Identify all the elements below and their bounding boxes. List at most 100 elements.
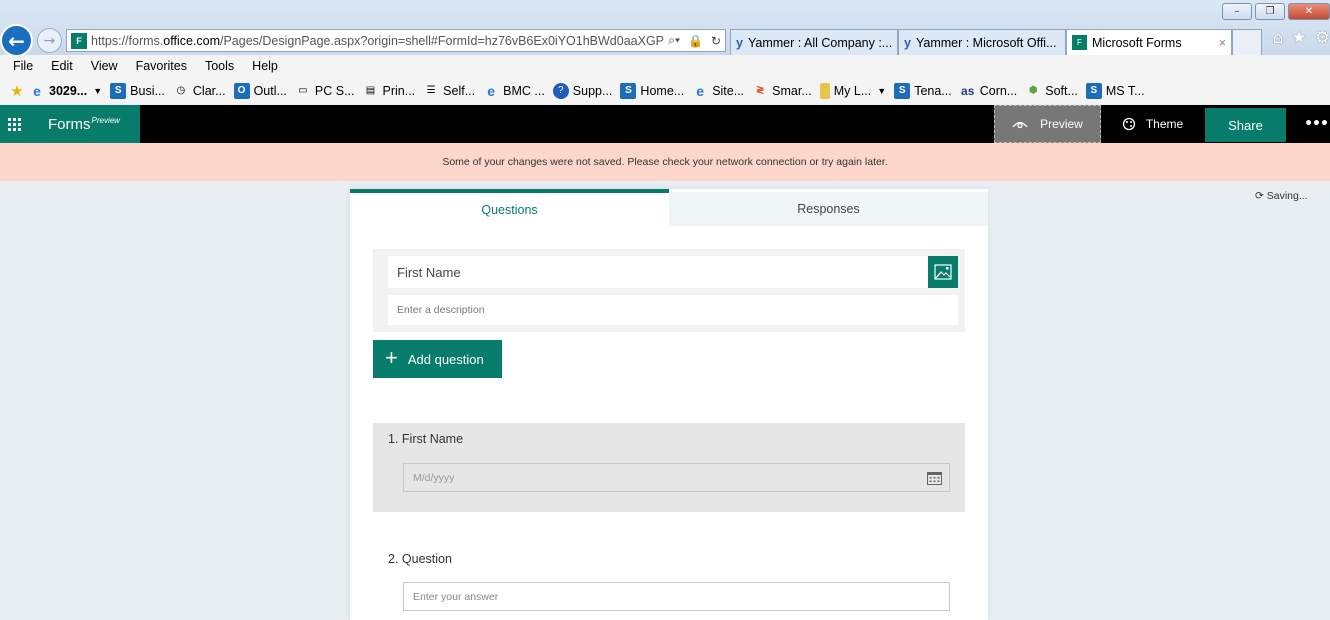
ie-icon: e: [696, 82, 705, 99]
favorite-label: Outl...: [253, 83, 287, 98]
address-url[interactable]: https://forms.office.com/Pages/DesignPag…: [91, 34, 664, 48]
back-button[interactable]: ←: [0, 24, 33, 57]
favorite-label: Supp...: [572, 83, 613, 98]
favorite-item[interactable]: ? Supp...: [552, 82, 613, 99]
answer-input[interactable]: Enter your answer: [403, 582, 950, 611]
preview-button[interactable]: Preview: [994, 105, 1101, 143]
favorite-item[interactable]: S Tena...: [894, 82, 952, 99]
favorite-label: 3029...: [49, 83, 88, 98]
preview-label: Preview: [1040, 117, 1083, 131]
search-icon[interactable]: ⌕▾: [664, 33, 684, 48]
tab-label: Microsoft Forms: [1092, 35, 1182, 50]
date-input[interactable]: M/d/yyyy: [403, 463, 950, 492]
favorite-item[interactable]: ⬢ Soft...: [1025, 83, 1078, 99]
favorite-item[interactable]: S Busi...: [110, 82, 165, 99]
favorite-label: Busi...: [130, 83, 165, 98]
menu-bar: File Edit View Favorites Tools Help: [0, 55, 1330, 77]
browser-tab-active[interactable]: F Microsoft Forms ×: [1066, 29, 1232, 55]
favorite-label: Site...: [712, 83, 745, 98]
app-title[interactable]: FormsPreview: [48, 116, 120, 133]
address-bar[interactable]: F https://forms.office.com/Pages/DesignP…: [66, 29, 726, 52]
printer-icon: ▤: [365, 85, 376, 96]
ie-icon: e: [33, 82, 41, 99]
url-path: /Pages/DesignPage.aspx?origin=shell#Form…: [220, 33, 665, 48]
theme-button[interactable]: Theme: [1110, 105, 1195, 143]
menu-file[interactable]: File: [13, 59, 33, 73]
favorite-label: Home...: [640, 83, 685, 98]
lock-icon[interactable]: 🔒: [684, 34, 707, 48]
tab-responses[interactable]: Responses: [669, 192, 988, 226]
menu-tools[interactable]: Tools: [205, 59, 234, 73]
image-icon: [934, 264, 952, 280]
calendar-icon[interactable]: [927, 471, 942, 485]
folder-icon: [819, 82, 830, 99]
clock-icon: ◷: [176, 85, 186, 96]
arrow-right-icon: →: [43, 32, 56, 49]
document-icon: ☰: [426, 85, 436, 96]
tab-label: Yammer : Microsoft Offi...: [915, 35, 1057, 50]
question-card[interactable]: 1. First Name M/d/yyyy: [373, 423, 965, 512]
favorite-item[interactable]: My L... ▼: [819, 82, 886, 99]
forms-icon: F: [71, 32, 87, 49]
chevron-down-icon[interactable]: ▼: [877, 86, 886, 96]
add-question-button[interactable]: + Add question: [373, 340, 502, 378]
form-title-input[interactable]: First Name: [388, 256, 928, 288]
url-domain: office.com: [163, 33, 220, 48]
insert-image-button[interactable]: [928, 256, 958, 288]
add-question-label: Add question: [407, 351, 484, 367]
close-tab-icon[interactable]: ×: [1219, 36, 1226, 50]
favorite-item[interactable]: S MS T...: [1085, 82, 1145, 99]
favorite-item[interactable]: ◷ Clar...: [173, 83, 226, 99]
menu-help[interactable]: Help: [252, 59, 278, 73]
question-card[interactable]: 2. Question Enter your answer: [373, 543, 965, 620]
share-button[interactable]: Share: [1205, 108, 1286, 142]
minimize-button[interactable]: –: [1222, 3, 1252, 20]
favorite-label: Clar...: [192, 83, 226, 98]
favorite-item[interactable]: e BMC ...: [483, 83, 545, 99]
app-bar: FormsPreview Preview Theme Share •••: [0, 105, 1330, 143]
new-tab-button[interactable]: [1232, 29, 1262, 55]
question-title: 1. First Name: [388, 432, 464, 446]
browser-tab[interactable]: y Yammer : All Company :...: [730, 29, 898, 55]
window-controls: – ❐ ✕: [1222, 3, 1330, 20]
home-icon[interactable]: ⌂: [1273, 28, 1284, 48]
favorite-label: Self...: [443, 83, 476, 98]
plus-icon: +: [385, 344, 398, 370]
favorite-item[interactable]: as Corn...: [960, 83, 1017, 99]
gear-icon[interactable]: ⚙: [1315, 28, 1330, 48]
cube-icon: ⬢: [1028, 85, 1038, 96]
url-scheme: https://forms.: [91, 33, 164, 48]
add-favorites-icon[interactable]: ★: [9, 83, 25, 100]
favorite-item[interactable]: e 3029... ▼: [29, 83, 102, 99]
browser-tab[interactable]: y Yammer : Microsoft Offi...: [898, 29, 1066, 55]
favorite-item[interactable]: ▭ PC S...: [295, 83, 354, 99]
eye-icon: [1012, 121, 1028, 129]
question-title: 2. Question: [388, 552, 452, 566]
refresh-icon: ⟳: [1255, 190, 1264, 202]
chevron-down-icon[interactable]: ▼: [93, 86, 102, 96]
forward-button[interactable]: →: [37, 28, 62, 53]
form-description-input[interactable]: Enter a description: [388, 295, 958, 325]
restore-button[interactable]: ❐: [1255, 3, 1285, 20]
favorite-item[interactable]: ☰ Self...: [423, 83, 475, 99]
favorite-item[interactable]: S Home...: [620, 82, 685, 99]
menu-edit[interactable]: Edit: [51, 59, 73, 73]
menu-favorites[interactable]: Favorites: [136, 59, 187, 73]
tab-questions[interactable]: Questions: [350, 189, 669, 226]
app-brand: FormsPreview: [0, 105, 140, 143]
favorites-star-icon[interactable]: ★: [1292, 28, 1307, 48]
favorite-item[interactable]: ▤ Prin...: [363, 83, 415, 99]
outlook-icon: O: [233, 82, 250, 99]
form-tabs: Questions Responses: [350, 189, 988, 226]
favorite-item[interactable]: e Site...: [692, 83, 744, 99]
favorite-item[interactable]: ≷ Smar...: [752, 83, 812, 99]
more-options-icon[interactable]: •••: [1302, 105, 1330, 143]
smartsheet-icon: ≷: [755, 85, 765, 96]
browser-tabs: y Yammer : All Company :... y Yammer : Mic…: [730, 29, 1262, 55]
menu-view[interactable]: View: [91, 59, 118, 73]
favorite-item[interactable]: O Outl...: [233, 82, 287, 99]
browser-nav-icons: ⌂ ★ ⚙: [1273, 28, 1330, 48]
close-window-button[interactable]: ✕: [1288, 3, 1330, 20]
refresh-icon[interactable]: ↻: [707, 34, 725, 48]
app-launcher-icon[interactable]: [8, 117, 21, 131]
